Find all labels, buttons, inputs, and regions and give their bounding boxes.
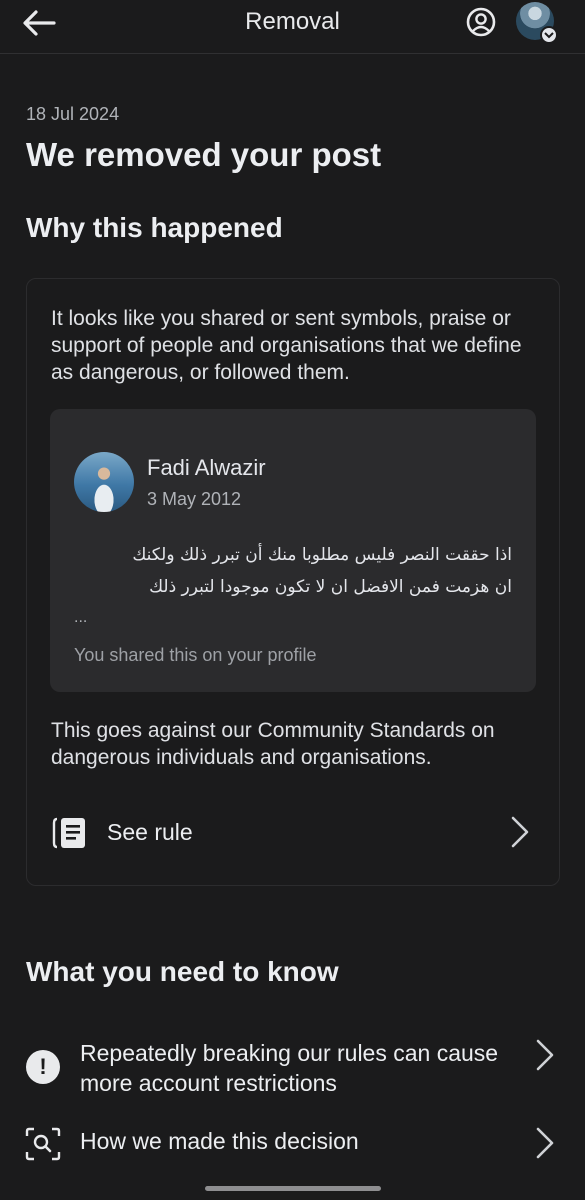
exclamation-icon: ! (26, 1050, 60, 1084)
decision-label: How we made this decision (80, 1128, 359, 1154)
see-rule-label: See rule (107, 819, 193, 845)
chevron-right-icon (536, 1127, 554, 1159)
post-author-name: Fadi Alwazir (147, 455, 266, 480)
restrictions-label: Repeatedly breaking our rules can cause … (80, 1040, 499, 1096)
removal-date: 18 Jul 2024 (26, 104, 120, 124)
reason-card: It looks like you shared or sent symbols… (26, 278, 560, 886)
chevron-right-icon (536, 1039, 554, 1071)
why-heading: Why this happened (26, 212, 283, 243)
see-rule-button[interactable]: See rule (27, 803, 559, 859)
removed-post-preview: Fadi Alwazir 3 May 2012 اذا حققت النصر ف… (50, 409, 536, 692)
standards-text: This goes against our Community Standard… (51, 719, 495, 769)
decision-info-button[interactable]: How we made this decision (0, 1118, 585, 1168)
account-button[interactable] (465, 6, 497, 38)
post-author-avatar (74, 452, 134, 512)
chevron-down-icon[interactable] (540, 26, 558, 44)
home-indicator[interactable] (205, 1186, 381, 1191)
account-circle-icon (466, 7, 496, 37)
rulebook-icon (52, 817, 85, 849)
top-bar: Removal (0, 0, 585, 54)
post-text-line: ان هزمت فمن الافضل ان لا تكون موجودا لتب… (149, 577, 512, 597)
post-date: 3 May 2012 (147, 489, 242, 509)
post-text-line: اذا حققت النصر فليس مطلوبا منك أن تبرر ذ… (132, 545, 512, 565)
know-heading: What you need to know (26, 956, 339, 987)
page-title: Removal (245, 8, 340, 35)
restrictions-info-button[interactable]: ! Repeatedly breaking our rules can caus… (0, 1030, 585, 1100)
chevron-right-icon (511, 816, 529, 848)
post-text: اذا حققت النصر فليس مطلوبا منك أن تبرر ذ… (72, 539, 512, 603)
shared-note: You shared this on your profile (74, 645, 317, 665)
scan-search-icon (25, 1127, 61, 1161)
page-headline: We removed your post (26, 136, 382, 173)
removal-screen: Removal 18 Jul 2024 We removed your post… (0, 0, 585, 1200)
post-ellipsis: ... (74, 609, 88, 626)
explanation-text: It looks like you shared or sent symbols… (51, 307, 522, 384)
